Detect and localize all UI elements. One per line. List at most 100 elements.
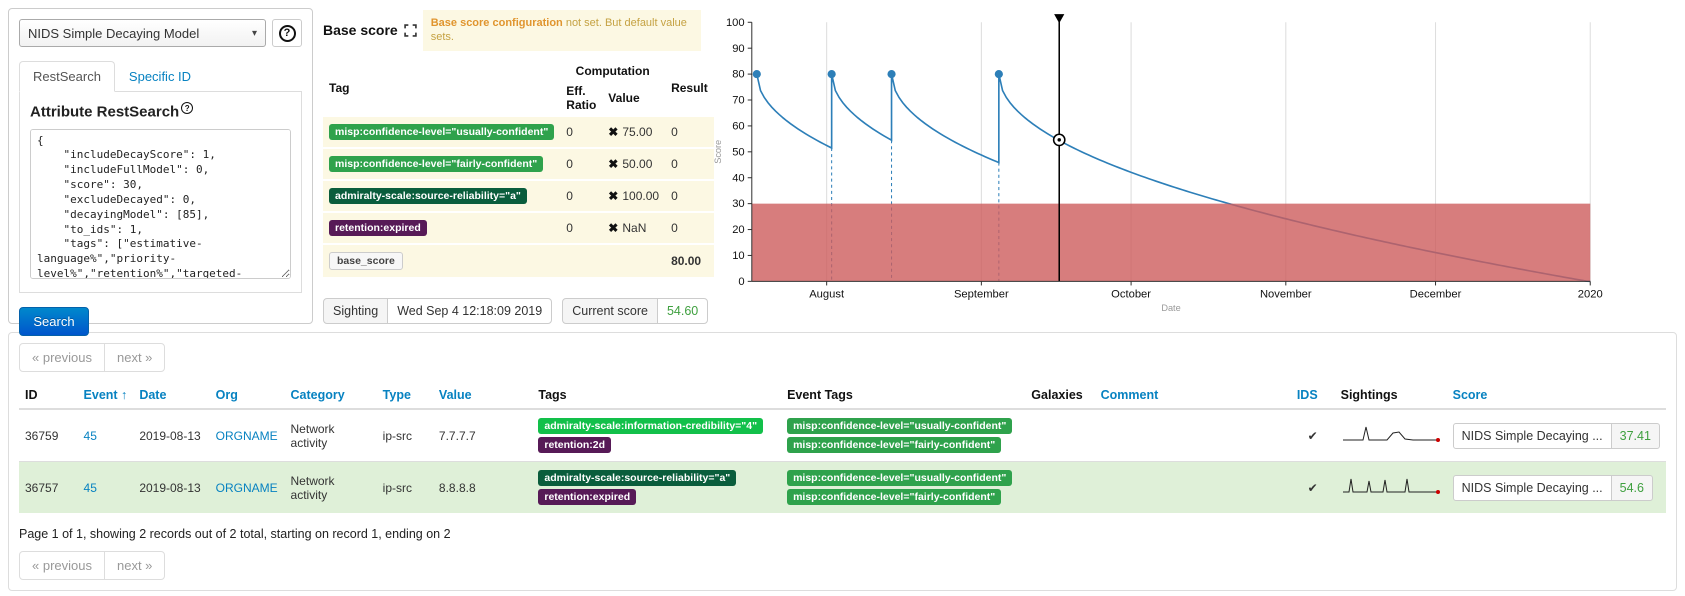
model-help-button[interactable]: ? <box>272 19 302 47</box>
cell-value: 7.7.7.7 <box>433 409 532 462</box>
current-score-label: Current score <box>562 298 658 324</box>
tag-badge: admiralty-scale:information-credibility=… <box>538 418 763 434</box>
pagination-next[interactable]: next » <box>104 551 165 580</box>
th-type[interactable]: Type <box>377 382 433 409</box>
computation-value: NaN <box>622 221 646 235</box>
column-header-eff-ratio: Eff. Ratio <box>560 81 602 116</box>
cell-comment <box>1095 462 1291 514</box>
svg-text:30: 30 <box>732 198 744 210</box>
result-value: 0 <box>665 148 714 180</box>
cell-date: 2019-08-13 <box>133 409 209 462</box>
event-link[interactable]: 45 <box>84 481 97 495</box>
svg-text:90: 90 <box>732 43 744 55</box>
th-ids[interactable]: IDS <box>1291 382 1335 409</box>
fullscreen-icon[interactable] <box>404 24 417 37</box>
tag-badge: misp:confidence-level="fairly-confident" <box>329 156 543 172</box>
svg-text:40: 40 <box>732 172 744 184</box>
cell-type: ip-src <box>377 462 433 514</box>
decay-chart-svg[interactable]: 0102030405060708090100AugustSeptemberOct… <box>711 8 1609 314</box>
tag-badge: retention:expired <box>329 220 427 236</box>
search-button[interactable]: Search <box>19 307 89 336</box>
score-value: 54.6 <box>1611 475 1653 501</box>
base-score-total: 80.00 <box>665 244 714 277</box>
cell-date: 2019-08-13 <box>133 462 209 514</box>
column-header-result: Result <box>665 61 714 116</box>
tag-badge: admiralty-scale:source-reliability="a" <box>538 470 736 486</box>
top-section: NIDS Simple Decaying Model ▾ ? RestSearc… <box>0 0 1685 332</box>
svg-text:December: December <box>1410 289 1462 301</box>
search-tabs: RestSearch Specific ID <box>19 61 302 91</box>
select-caret-icon: ▾ <box>252 28 257 39</box>
multiply-icon: ✖ <box>608 125 618 139</box>
th-category[interactable]: Category <box>285 382 377 409</box>
attribute-row[interactable]: 36759 45 2019-08-13 ORGNAME Network acti… <box>19 409 1666 462</box>
tag-badge: retention:2d <box>538 437 611 453</box>
pagination-prev[interactable]: « previous <box>19 343 105 372</box>
svg-text:0: 0 <box>738 276 744 288</box>
th-tags: Tags <box>532 382 781 409</box>
svg-text:2020: 2020 <box>1578 289 1603 301</box>
th-value[interactable]: Value <box>433 382 532 409</box>
sightings-sparkline <box>1341 423 1441 445</box>
restsearch-help-icon[interactable]: ? <box>181 102 193 114</box>
base-score-row: misp:confidence-level="fairly-confident"… <box>323 148 714 180</box>
restsearch-query-textarea[interactable]: { "includeDecayScore": 1, "includeFullMo… <box>30 129 291 279</box>
attribute-row-selected[interactable]: 36757 45 2019-08-13 ORGNAME Network acti… <box>19 462 1666 514</box>
model-select[interactable]: NIDS Simple Decaying Model ▾ <box>19 19 266 47</box>
base-score-row: misp:confidence-level="usually-confident… <box>323 116 714 148</box>
th-event[interactable]: Event ↑ <box>78 382 134 409</box>
multiply-icon: ✖ <box>608 157 618 171</box>
base-score-warning: Base score configuration not set. But de… <box>423 10 701 51</box>
cell-id: 36757 <box>19 462 78 514</box>
svg-text:20: 20 <box>732 224 744 236</box>
pagination-top: « previous next » <box>19 343 165 372</box>
cell-category: Network activity <box>285 409 377 462</box>
tag-badge: admiralty-scale:source-reliability="a" <box>329 188 527 204</box>
sighting-value: Wed Sep 4 12:18:09 2019 <box>387 298 552 324</box>
th-date[interactable]: Date <box>133 382 209 409</box>
restsearch-tab-content: Attribute RestSearch? { "includeDecaySco… <box>19 91 302 293</box>
cell-galaxies <box>1025 409 1094 462</box>
column-header-value: Value <box>602 81 665 116</box>
event-tag-badge: misp:confidence-level="fairly-confident" <box>787 489 1001 505</box>
cell-comment <box>1095 409 1291 462</box>
base-score-badge: base_score <box>329 252 403 270</box>
computation-value: 100.00 <box>622 189 659 203</box>
event-link[interactable]: 45 <box>84 429 97 443</box>
org-link[interactable]: ORGNAME <box>216 429 278 443</box>
pagination-next[interactable]: next » <box>104 343 165 372</box>
svg-text:10: 10 <box>732 250 744 262</box>
ids-check-icon: ✔ <box>1291 409 1335 462</box>
org-link[interactable]: ORGNAME <box>216 481 278 495</box>
computation-value: 75.00 <box>622 125 652 139</box>
th-comment[interactable]: Comment <box>1095 382 1291 409</box>
th-score[interactable]: Score <box>1447 382 1666 409</box>
event-tag-badge: misp:confidence-level="fairly-confident" <box>787 437 1001 453</box>
score-value: 37.41 <box>1611 423 1660 449</box>
th-galaxies: Galaxies <box>1025 382 1094 409</box>
tab-specific-id[interactable]: Specific ID <box>115 61 205 92</box>
svg-text:August: August <box>809 289 845 301</box>
score-group: NIDS Simple Decaying ... 54.6 <box>1453 475 1653 501</box>
decay-chart[interactable]: 0102030405060708090100AugustSeptemberOct… <box>711 8 1677 324</box>
score-group: NIDS Simple Decaying ... 37.41 <box>1453 423 1660 449</box>
ids-check-icon: ✔ <box>1291 462 1335 514</box>
th-event-tags: Event Tags <box>781 382 1025 409</box>
cell-value: 8.8.8.8 <box>433 462 532 514</box>
base-score-title: Base score <box>323 22 398 38</box>
results-footer: Page 1 of 1, showing 2 records out of 2 … <box>19 527 1666 541</box>
tab-restsearch[interactable]: RestSearch <box>19 61 115 92</box>
pagination-bottom: « previous next » <box>19 551 165 580</box>
sighting-label: Sighting <box>323 298 388 324</box>
svg-text:60: 60 <box>732 120 744 132</box>
results-panel: « previous next » ID Event ↑ Date Org Ca… <box>8 332 1677 591</box>
th-org[interactable]: Org <box>210 382 285 409</box>
cell-id: 36759 <box>19 409 78 462</box>
tag-badge: retention:expired <box>538 489 636 505</box>
restsearch-heading: Attribute RestSearch? <box>30 102 291 121</box>
th-id: ID <box>19 382 78 409</box>
pagination-prev[interactable]: « previous <box>19 551 105 580</box>
tag-badge: misp:confidence-level="usually-confident… <box>329 124 554 140</box>
svg-text:100: 100 <box>726 17 745 29</box>
base-score-total-row: base_score 80.00 <box>323 244 714 277</box>
